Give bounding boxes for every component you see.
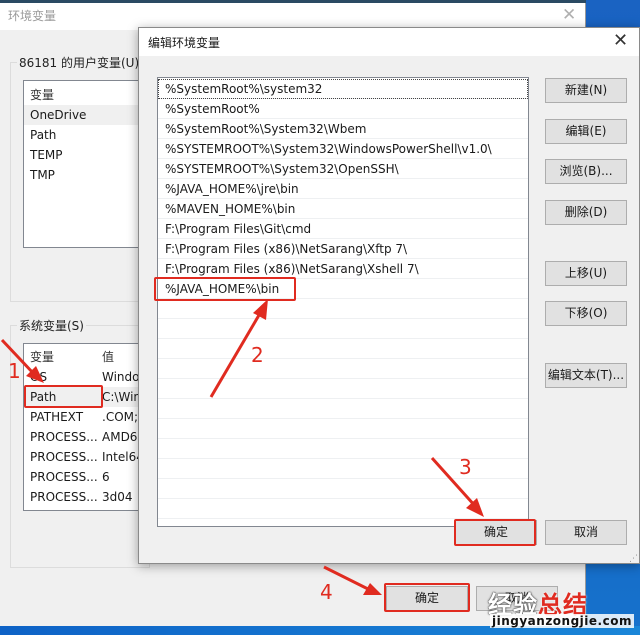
- path-item[interactable]: %SystemRoot%\system32: [158, 79, 528, 99]
- path-item-empty[interactable]: [158, 299, 528, 319]
- table-row[interactable]: PROCESS... 3d04: [24, 487, 152, 507]
- dialog-ok-button[interactable]: 确定: [455, 520, 537, 545]
- system-vars-header[interactable]: 变量 值: [24, 347, 152, 367]
- path-item[interactable]: F:\Program Files (x86)\NetSarang\Xshell …: [158, 259, 528, 279]
- list-item[interactable]: TEMP: [24, 145, 152, 165]
- path-item-empty[interactable]: [158, 439, 528, 459]
- close-icon[interactable]: ✕: [562, 5, 576, 25]
- table-row-path[interactable]: Path C:\Win: [24, 387, 152, 407]
- var-name: Path: [30, 390, 57, 404]
- move-up-button[interactable]: 上移(U): [545, 261, 627, 286]
- table-row[interactable]: PROCESS... 6: [24, 467, 152, 487]
- path-item-empty[interactable]: [158, 479, 528, 499]
- edit-button[interactable]: 编辑(E): [545, 119, 627, 144]
- path-item[interactable]: F:\Program Files (x86)\NetSarang\Xftp 7\: [158, 239, 528, 259]
- edit-env-var-dialog: 编辑环境变量 ✕ %SystemRoot%\system32 %SystemRo…: [138, 27, 640, 564]
- table-row[interactable]: PROCESS... Intel64: [24, 447, 152, 467]
- system-vars-list[interactable]: 变量 值 OS Windo Path C:\Win PATHEXT .COM; …: [23, 343, 153, 511]
- var-name: OS: [30, 370, 48, 384]
- watermark-url: jingyanzongjie.com: [490, 614, 634, 628]
- close-icon[interactable]: ✕: [613, 30, 628, 52]
- window-title: 环境变量: [8, 9, 57, 23]
- path-item-empty[interactable]: [158, 399, 528, 419]
- user-vars-label: 86181 的用户变量(U): [17, 54, 142, 71]
- resize-grip[interactable]: ⋰: [629, 554, 638, 564]
- var-value: C:\Win: [102, 390, 142, 404]
- list-item[interactable]: TMP: [24, 165, 152, 185]
- edit-text-button[interactable]: 编辑文本(T)...: [545, 363, 627, 388]
- path-item-empty[interactable]: [158, 499, 528, 519]
- move-down-button[interactable]: 下移(O): [545, 301, 627, 326]
- edit-dialog-titlebar: 编辑环境变量 ✕: [139, 28, 639, 56]
- path-item-empty[interactable]: [158, 379, 528, 399]
- var-value: .COM;: [102, 410, 139, 424]
- system-vars-label: 系统变量(S): [17, 317, 86, 334]
- step-number-3: 3: [459, 455, 472, 479]
- var-name: PROCESS...: [30, 450, 98, 464]
- table-row[interactable]: OS Windo: [24, 367, 152, 387]
- column-header-value[interactable]: 值: [102, 347, 114, 367]
- list-item[interactable]: OneDrive: [24, 105, 152, 125]
- path-item[interactable]: %SYSTEMROOT%\System32\WindowsPowerShell\…: [158, 139, 528, 159]
- var-value: 3d04: [102, 490, 133, 504]
- path-item[interactable]: F:\Program Files\Git\cmd: [158, 219, 528, 239]
- browse-button[interactable]: 浏览(B)...: [545, 159, 627, 184]
- table-row[interactable]: PATHEXT .COM;: [24, 407, 152, 427]
- path-list[interactable]: %SystemRoot%\system32 %SystemRoot% %Syst…: [157, 77, 529, 527]
- var-value: Windo: [102, 370, 140, 384]
- path-item-empty[interactable]: [158, 319, 528, 339]
- path-item-new-java-bin[interactable]: %JAVA_HOME%\bin: [158, 279, 528, 299]
- user-vars-list[interactable]: 变量 OneDrive Path TEMP TMP: [23, 80, 153, 248]
- step-number-1: 1: [8, 359, 21, 383]
- path-item[interactable]: %JAVA_HOME%\jre\bin: [158, 179, 528, 199]
- path-item-empty[interactable]: [158, 339, 528, 359]
- list-item[interactable]: Path: [24, 125, 152, 145]
- outer-ok-button[interactable]: 确定: [386, 586, 468, 611]
- env-vars-titlebar: 环境变量 ✕: [0, 3, 585, 30]
- user-vars-header[interactable]: 变量: [24, 85, 152, 105]
- dialog-title: 编辑环境变量: [148, 36, 221, 50]
- path-item-empty[interactable]: [158, 459, 528, 479]
- step-number-4: 4: [320, 580, 333, 604]
- column-header-variable[interactable]: 变量: [30, 350, 54, 364]
- path-item[interactable]: %SYSTEMROOT%\System32\OpenSSH\: [158, 159, 528, 179]
- path-item[interactable]: %SystemRoot%: [158, 99, 528, 119]
- var-name: PATHEXT: [30, 410, 84, 424]
- var-name: PROCESS...: [30, 430, 98, 444]
- path-item-empty[interactable]: [158, 419, 528, 439]
- new-button[interactable]: 新建(N): [545, 78, 627, 103]
- var-name: PROCESS...: [30, 470, 98, 484]
- step-number-2: 2: [251, 343, 264, 367]
- delete-button[interactable]: 删除(D): [545, 200, 627, 225]
- table-row[interactable]: PROCESS... AMD64: [24, 427, 152, 447]
- path-item-empty[interactable]: [158, 359, 528, 379]
- var-name: PROCESS...: [30, 490, 98, 504]
- path-item[interactable]: %SystemRoot%\System32\Wbem: [158, 119, 528, 139]
- var-value: 6: [102, 470, 110, 484]
- dialog-cancel-button[interactable]: 取消: [545, 520, 627, 545]
- path-item[interactable]: %MAVEN_HOME%\bin: [158, 199, 528, 219]
